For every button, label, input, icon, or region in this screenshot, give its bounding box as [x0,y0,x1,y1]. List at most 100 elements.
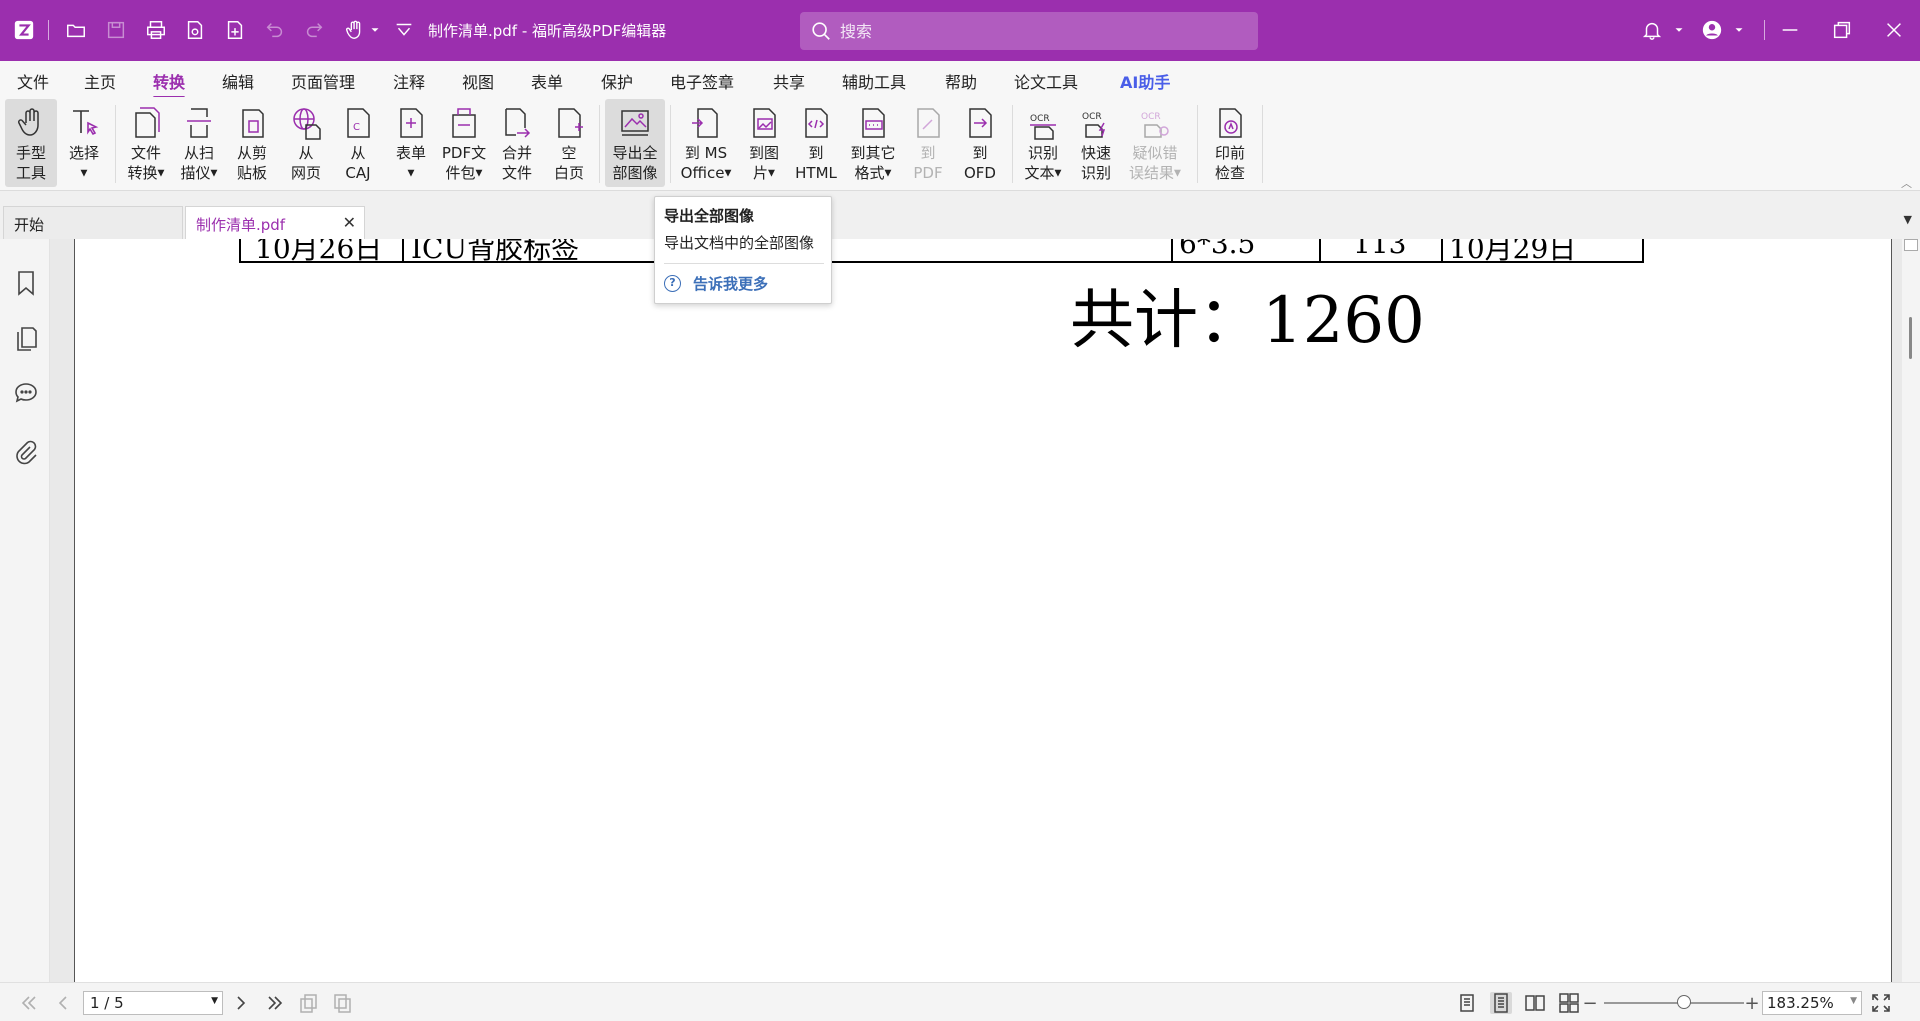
menu-page-management[interactable]: 页面管理 [291,69,355,93]
tab-start[interactable]: 开始 [3,206,183,239]
search-box[interactable] [800,12,1258,50]
chevron-down-icon[interactable] [1732,18,1746,42]
search-input[interactable] [840,18,1240,44]
restore-window-icon[interactable] [1830,18,1854,42]
zoom-level-input[interactable]: 183.25% ▼ [1762,991,1862,1015]
menu-form[interactable]: 表单 [531,69,563,93]
quick-ocr-button[interactable]: OCR 快速 识别 [1072,99,1120,187]
to-ms-office-button[interactable]: 到 MS Office▼ [676,99,736,187]
zoom-slider-knob[interactable] [1676,995,1691,1009]
hand-tool-icon[interactable] [343,18,367,42]
menu-ai-assistant[interactable]: AI助手 [1120,69,1170,93]
chevron-down-icon[interactable] [1672,18,1686,42]
suspect-errors-button[interactable]: OCR 疑似错 误结果▼ [1126,99,1184,187]
menu-comment[interactable]: 注释 [393,69,425,93]
chevron-down-icon[interactable]: ▼ [211,996,218,1006]
to-pdf-button[interactable]: 到 PDF [904,99,952,187]
ocr-text-button[interactable]: OCR 识别 文本▼ [1018,99,1068,187]
from-clipboard-button[interactable]: 从剪 贴板 [228,99,276,187]
tooltip-divider [664,263,824,264]
minimize-icon[interactable] [1778,18,1802,42]
pdf-package-button[interactable]: PDF文 件包▼ [438,99,490,187]
open-folder-icon[interactable] [64,18,88,42]
from-scanner-label: 从扫 描仪▼ [180,144,218,182]
menu-edit[interactable]: 编辑 [222,69,254,93]
zoom-out-icon[interactable]: − [1582,992,1598,1014]
pdf-package-label: PDF文 件包▼ [441,144,487,182]
page-number-input[interactable]: 1 / 5 ▼ [83,991,223,1015]
export-all-images-button[interactable]: 导出全 部图像 [605,99,665,187]
fullscreen-icon[interactable] [1870,992,1892,1014]
close-window-icon[interactable] [1882,18,1906,42]
chevron-down-icon[interactable] [368,18,382,42]
menu-help[interactable]: 帮助 [945,69,977,93]
menu-file[interactable]: 文件 [17,69,49,93]
notification-bell-icon[interactable] [1640,18,1664,42]
svg-text:C: C [353,122,360,133]
account-avatar-icon[interactable] [1700,18,1724,42]
to-other-formats-button[interactable]: 到其它 格式▼ [845,99,901,187]
tell-me-more-link[interactable]: 告诉我更多 [693,273,768,294]
scrollbar-top-box[interactable] [1904,239,1918,251]
file-convert-button[interactable]: 文件 转换▼ [122,99,170,187]
last-page-icon[interactable] [264,992,286,1014]
menu-home[interactable]: 主页 [84,69,116,93]
menu-e-signature[interactable]: 电子签章 [670,69,734,93]
menu-view[interactable]: 视图 [462,69,494,93]
zoom-slider-track[interactable] [1604,1002,1744,1004]
bookmark-icon[interactable] [13,269,39,297]
tab-document[interactable]: 制作清单.pdf ✕ [185,206,365,239]
collapse-ribbon-icon[interactable]: ︿ [1901,175,1912,191]
print-icon[interactable] [144,18,168,42]
previous-view-icon[interactable] [298,992,320,1014]
save-icon[interactable] [104,18,128,42]
single-page-view-icon[interactable] [1456,992,1478,1014]
select-button[interactable]: 选择 ▼ [60,99,108,187]
from-caj-button[interactable]: C 从 CAJ [334,99,382,187]
redo-icon[interactable] [302,18,326,42]
preflight-label: 印前 检查 [1214,144,1245,182]
continuous-facing-view-icon[interactable] [1558,992,1580,1014]
merge-files-button[interactable]: 合并 文件 [493,99,541,187]
close-tab-icon[interactable]: ✕ [343,213,356,232]
menu-convert[interactable]: 转换 [153,69,186,99]
next-view-icon[interactable] [332,992,354,1014]
menu-thesis-tools[interactable]: 论文工具 [1014,69,1078,93]
from-webpage-button[interactable]: 从 网页 [282,99,330,187]
page-thumbnails-icon[interactable] [13,325,39,353]
chevron-down-icon[interactable]: ▼ [1850,996,1857,1006]
blank-page-button[interactable]: 空 白页 [545,99,593,187]
scrollbar-thumb[interactable] [1909,317,1912,359]
document-properties-icon[interactable] [183,18,207,42]
table-divider [1441,239,1443,263]
attachment-icon[interactable] [13,439,39,467]
continuous-view-icon[interactable] [1490,992,1512,1014]
title-bar: 制作清单.pdf - 福昕高级PDF编辑器 [0,0,1920,61]
tab-list-dropdown-icon[interactable]: ▼ [1904,213,1912,226]
zoom-in-icon[interactable]: + [1744,992,1760,1014]
comments-icon[interactable] [13,379,39,407]
customize-toolbar-icon[interactable] [392,18,416,42]
facing-view-icon[interactable] [1524,992,1546,1014]
to-ms-office-label: 到 MS Office▼ [680,144,732,182]
from-scanner-button[interactable]: 从扫 描仪▼ [175,99,223,187]
to-html-button[interactable]: 到 HTML [792,99,840,187]
menu-accessibility[interactable]: 辅助工具 [842,69,906,93]
to-ofd-button[interactable]: 到 OFD [956,99,1004,187]
undo-icon[interactable] [263,18,287,42]
previous-page-icon[interactable] [52,992,74,1014]
new-document-icon[interactable] [223,18,247,42]
preflight-button[interactable]: 印前 检查 [1205,99,1255,187]
to-html-label: 到 HTML [795,144,837,182]
next-page-icon[interactable] [230,992,252,1014]
menu-protect[interactable]: 保护 [601,69,633,93]
quick-ocr-label: 快速 识别 [1080,144,1111,182]
vertical-scrollbar[interactable] [1902,239,1920,982]
ribbon-toolbar: 手型 工具 选择 ▼ 文件 转换▼ 从扫 描仪▼ 从剪 贴板 从 网页 C 从 … [0,97,1920,191]
ocr-text-label: 识别 文本▼ [1024,144,1062,182]
menu-share[interactable]: 共享 [773,69,805,93]
hand-tool-button[interactable]: 手型 工具 [5,99,57,187]
first-page-icon[interactable] [18,992,40,1014]
form-button[interactable]: 表单 ▼ [387,99,435,187]
to-image-button[interactable]: 到图 片▼ [740,99,788,187]
